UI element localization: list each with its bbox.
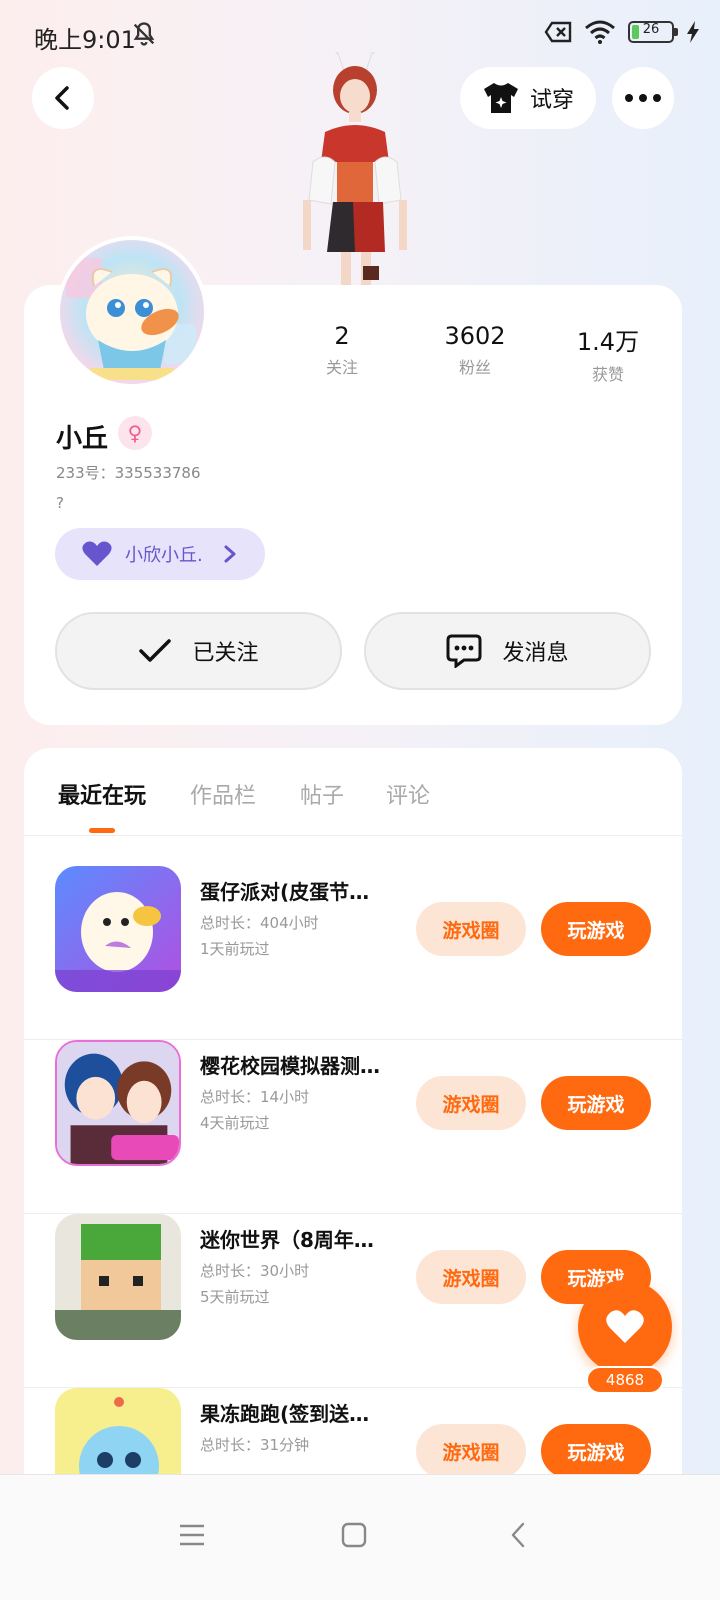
game-circle-button[interactable]: 游戏圈 [416,902,526,956]
stat-following[interactable]: 2 关注 [282,322,402,378]
game-duration: 总时长：31分钟 [200,1436,310,1454]
charging-icon [687,21,699,43]
game-duration: 总时长：14小时 [200,1088,310,1106]
check-icon [139,639,172,662]
sim-off-icon [544,21,572,43]
stat-followers[interactable]: 3602 粉丝 [415,322,535,378]
following-count: 2 [334,322,350,350]
games-card: 最近在玩 作品栏 帖子 评论 蛋仔派对(皮蛋节… 总时长：404小时 1天前玩过… [24,748,682,1488]
likes-count: 1.4万 [576,328,640,356]
status-time: 晚上9:01 [34,26,136,54]
followed-label: 已关注 [192,641,259,666]
try-on-label: 试穿 [529,88,574,113]
tab-bar: 最近在玩 作品栏 帖子 评论 [24,748,682,836]
avatar-image [66,258,196,380]
tab-recently-played[interactable]: 最近在玩 [58,778,146,810]
home-square-icon [341,1522,367,1548]
more-button[interactable] [612,67,674,129]
followers-count: 3602 [444,322,506,350]
game-row[interactable]: 果冻跑跑(签到送… 总时长：31分钟 游戏圈 玩游戏 [24,1388,682,1488]
game-circle-button[interactable]: 游戏圈 [416,1424,526,1478]
try-on-button[interactable]: 试穿 [460,67,596,129]
followed-button[interactable]: 已关注 [55,612,342,690]
system-nav-bar [0,1474,720,1600]
user-id[interactable]: 233号：335533786 [56,462,201,483]
status-icons: 26 [544,20,700,44]
chevron-right-icon [224,545,236,563]
game-icon[interactable] [55,866,181,992]
followers-label: 粉丝 [458,358,491,377]
message-button[interactable]: 发消息 [364,612,651,690]
game-icon[interactable] [55,1040,181,1166]
play-game-button[interactable]: 玩游戏 [541,902,651,956]
nav-menu-button[interactable] [162,1505,222,1565]
heart-icon [82,541,112,566]
more-dots-icon [625,94,661,102]
game-duration: 总时长：30小时 [200,1262,310,1280]
tab-posts[interactable]: 帖子 [300,778,344,810]
following-label: 关注 [325,358,358,377]
game-row[interactable]: 蛋仔派对(皮蛋节… 总时长：404小时 1天前玩过 游戏圈 玩游戏 [24,866,682,1040]
battery-level: 26 [642,22,660,37]
game-row[interactable]: 迷你世界（8周年… 总时长：30小时 5天前玩过 游戏圈 玩游戏 [24,1214,682,1388]
like-count: 4868 [586,1366,664,1394]
game-title: 迷你世界（8周年… [200,1228,374,1252]
game-circle-button[interactable]: 游戏圈 [416,1076,526,1130]
nav-back-button[interactable] [488,1505,548,1565]
tab-works[interactable]: 作品栏 [190,778,256,810]
menu-icon [180,1524,204,1546]
avatar-character-image[interactable] [285,52,425,292]
chat-bubble-icon [446,634,482,668]
bell-muted-icon [133,22,155,46]
bio: ? [56,494,64,512]
likes-label: 获赞 [591,365,624,384]
game-circle-button[interactable]: 游戏圈 [416,1250,526,1304]
tshirt-sparkle-icon [483,83,518,113]
stat-likes[interactable]: 1.4万 获赞 [548,322,668,385]
username: 小丘 [56,424,109,454]
message-label: 发消息 [502,641,569,666]
tab-comments[interactable]: 评论 [386,778,430,810]
game-title: 樱花校园模拟器测… [200,1054,380,1078]
heart-icon [606,1310,644,1343]
game-title: 果冻跑跑(签到送… [200,1402,370,1426]
game-last-played: 4天前玩过 [200,1114,270,1132]
game-icon[interactable] [55,1214,181,1340]
back-button[interactable] [32,67,94,129]
like-button[interactable] [578,1280,672,1374]
family-label: 小欣小丘. [125,545,203,566]
wifi-icon [585,20,615,44]
nav-home-button[interactable] [324,1505,384,1565]
game-title: 蛋仔派对(皮蛋节… [200,880,370,904]
chevron-left-icon [55,86,69,110]
back-arrow-icon [511,1522,525,1548]
play-game-button[interactable]: 玩游戏 [541,1076,651,1130]
profile-avatar[interactable] [56,236,208,388]
female-icon: ♀ [118,416,152,450]
battery-icon: 26 [628,21,678,43]
game-last-played: 1天前玩过 [200,940,270,958]
game-duration: 总时长：404小时 [200,914,319,932]
play-game-button[interactable]: 玩游戏 [541,1424,651,1478]
game-icon[interactable] [55,1388,181,1488]
tab-indicator [89,828,115,833]
game-row[interactable]: 樱花校园模拟器测… 总时长：14小时 4天前玩过 游戏圈 玩游戏 [24,1040,682,1214]
game-last-played: 5天前玩过 [200,1288,270,1306]
family-chip[interactable]: 小欣小丘. [55,528,265,580]
